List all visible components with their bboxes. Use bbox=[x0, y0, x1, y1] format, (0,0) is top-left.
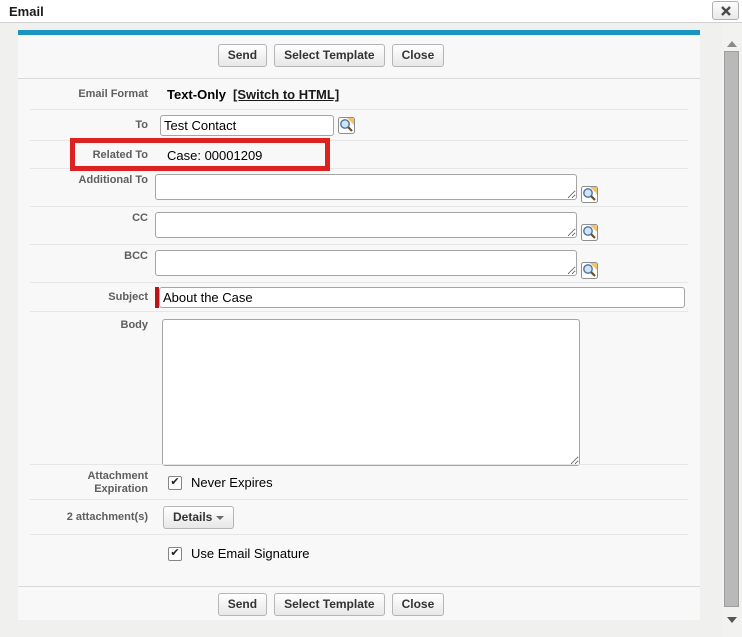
bcc-input[interactable] bbox=[155, 250, 577, 276]
bcc-row: BCC bbox=[18, 245, 700, 283]
select-template-button[interactable]: Select Template bbox=[274, 44, 384, 67]
body-label: Body bbox=[18, 319, 148, 332]
checkmark-icon: ✔ bbox=[170, 477, 179, 488]
to-label: To bbox=[18, 119, 148, 132]
bcc-lookup-icon[interactable] bbox=[581, 262, 598, 279]
email-compose-panel: Send Select Template Close Email Format … bbox=[18, 30, 700, 620]
cc-lookup-icon[interactable] bbox=[581, 224, 598, 241]
close-icon bbox=[721, 6, 731, 16]
cc-row: CC bbox=[18, 207, 700, 245]
close-dialog-button[interactable]: Close bbox=[392, 44, 445, 67]
checkmark-icon: ✔ bbox=[170, 548, 179, 559]
additional-to-lookup-icon[interactable] bbox=[581, 186, 598, 203]
switch-to-html-link[interactable]: [Switch to HTML] bbox=[233, 87, 339, 102]
send-button[interactable]: Send bbox=[218, 44, 267, 67]
cc-input[interactable] bbox=[155, 212, 577, 238]
attachment-expiration-row: Attachment Expiration ✔ Never Expires bbox=[18, 465, 700, 500]
related-to-value: Case: 00001209 bbox=[167, 148, 262, 163]
subject-input[interactable] bbox=[159, 287, 685, 308]
attachment-details-button[interactable]: Details bbox=[163, 506, 234, 529]
signature-row: ✔ Use Email Signature bbox=[18, 535, 700, 587]
email-format-row: Email Format Text-Only [Switch to HTML] bbox=[18, 79, 700, 110]
select-template-button-bottom[interactable]: Select Template bbox=[274, 593, 384, 616]
dialog-title: Email bbox=[9, 4, 44, 19]
use-email-signature-label: Use Email Signature bbox=[191, 546, 310, 561]
use-email-signature-checkbox[interactable]: ✔ bbox=[168, 547, 182, 561]
additional-to-label: Additional To bbox=[18, 174, 148, 187]
email-format-label: Email Format bbox=[18, 88, 148, 101]
subject-row: Subject bbox=[18, 283, 700, 312]
scroll-down-icon[interactable] bbox=[727, 617, 737, 623]
subject-label: Subject bbox=[18, 291, 148, 304]
to-lookup-icon[interactable] bbox=[338, 117, 355, 134]
email-format-value: Text-Only bbox=[167, 87, 226, 102]
attachment-expiration-label: Attachment Expiration bbox=[18, 470, 148, 496]
close-button[interactable] bbox=[712, 1, 739, 20]
vertical-scrollbar[interactable] bbox=[722, 23, 742, 637]
cc-label: CC bbox=[18, 212, 148, 225]
never-expires-checkbox[interactable]: ✔ bbox=[168, 476, 182, 490]
attachments-row: 2 attachment(s) Details bbox=[18, 500, 700, 535]
send-button-bottom[interactable]: Send bbox=[218, 593, 267, 616]
close-dialog-button-bottom[interactable]: Close bbox=[392, 593, 445, 616]
top-button-row: Send Select Template Close bbox=[18, 35, 700, 79]
never-expires-label: Never Expires bbox=[191, 475, 273, 490]
additional-to-row: Additional To bbox=[18, 169, 700, 207]
scrollbar-thumb[interactable] bbox=[724, 51, 739, 607]
chevron-down-icon bbox=[216, 516, 224, 520]
body-row: Body bbox=[18, 312, 700, 465]
to-row: To bbox=[18, 110, 700, 141]
scroll-up-icon[interactable] bbox=[727, 41, 737, 47]
bcc-label: BCC bbox=[18, 250, 148, 263]
dialog-titlebar: Email bbox=[0, 0, 742, 23]
additional-to-input[interactable] bbox=[155, 174, 577, 200]
related-to-label: Related To bbox=[18, 149, 148, 162]
to-input[interactable] bbox=[160, 115, 334, 136]
related-to-row: Related To Case: 00001209 bbox=[18, 141, 700, 169]
body-input[interactable] bbox=[162, 319, 580, 466]
bottom-button-row: Send Select Template Close bbox=[18, 587, 700, 616]
attachments-count-label: 2 attachment(s) bbox=[18, 511, 148, 524]
